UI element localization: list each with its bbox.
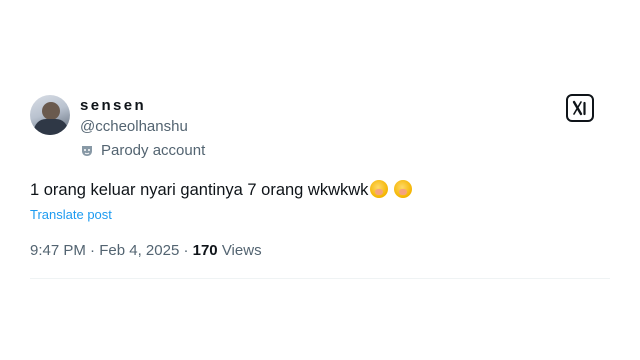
tweet-time[interactable]: 9:47 PM [30,242,86,259]
divider [30,278,610,279]
parody-text: Parody account [101,142,206,159]
avatar[interactable] [30,95,70,135]
display-name[interactable]: sensen [80,97,146,114]
tweet-body: 1 orang keluar nyari gantinya 7 orang wk… [30,181,369,199]
tweet-card: sensen @ccheolhanshu Parody account 1 or… [0,0,640,360]
tweet-text: 1 orang keluar nyari gantinya 7 orang wk… [30,180,413,200]
avatar-head [42,102,60,120]
meta-separator: · [183,242,189,259]
x-logo-icon[interactable] [566,94,594,122]
parody-account-label: Parody account [80,142,205,159]
meta-separator: · [90,242,96,259]
tweet-date[interactable]: Feb 4, 2025 [99,242,179,259]
translate-post-link[interactable]: Translate post [30,207,112,222]
face-with-hand-over-mouth-icon [370,180,389,198]
tweet-meta: 9:47 PM · Feb 4, 2025 · 170 Views [30,242,262,259]
theater-mask-icon [80,144,94,158]
views-label: Views [221,242,262,259]
user-handle[interactable]: @ccheolhanshu [80,118,188,135]
views-count: 170 [192,242,218,259]
face-with-hand-over-mouth-icon [394,180,413,198]
avatar-body [34,119,68,135]
